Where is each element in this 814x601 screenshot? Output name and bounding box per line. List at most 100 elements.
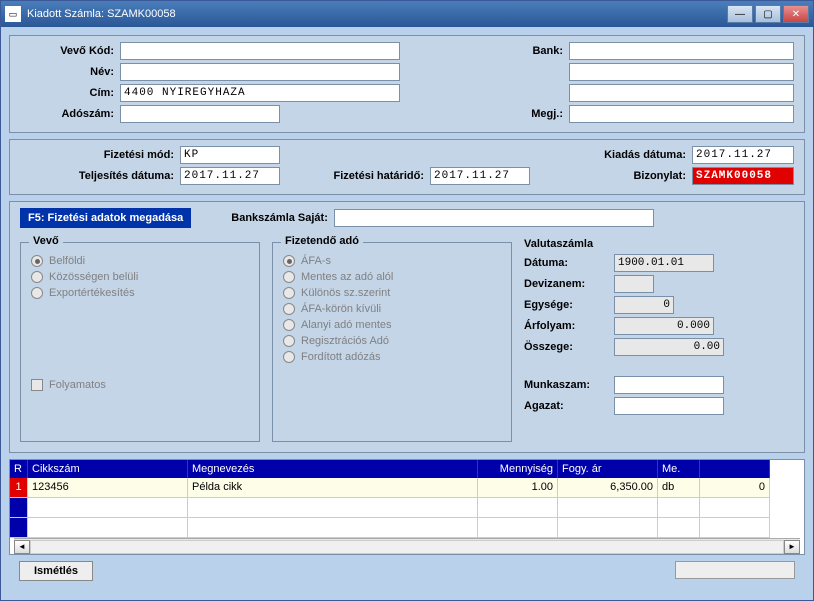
bank2-input[interactable] (569, 63, 794, 81)
valuta-deviza-label: Devizanem: (524, 278, 614, 290)
row-selector[interactable]: 1 (10, 478, 28, 498)
radio-kozossegen[interactable]: Közösségen belüli (31, 271, 249, 283)
customer-panel: Vevő Kód: Bank: Név: Cím: Adószám: (9, 35, 805, 133)
valuta-datum-input[interactable] (614, 254, 714, 272)
radio-icon (283, 351, 295, 363)
radio-icon (283, 319, 295, 331)
app-icon: ▭ (5, 6, 21, 22)
adoszam-label: Adószám: (20, 108, 120, 120)
titlebar[interactable]: ▭ Kiadott Számla: SZAMK00058 ― ▢ ✕ (1, 1, 813, 27)
close-button[interactable]: ✕ (783, 5, 809, 23)
radio-regisztracios[interactable]: Regisztrációs Adó (283, 335, 501, 347)
col-mennyiseg[interactable]: Mennyiség (478, 460, 558, 478)
bank-input[interactable] (569, 42, 794, 60)
cell-empty[interactable] (478, 498, 558, 518)
fizmod-input[interactable] (180, 146, 280, 164)
cell-empty[interactable] (700, 498, 770, 518)
ado-group-title: Fizetendő adó (281, 235, 363, 247)
radio-forditott[interactable]: Fordított adózás (283, 351, 501, 363)
radio-icon (283, 255, 295, 267)
valuta-osszeg-input[interactable] (614, 338, 724, 356)
radio-icon (283, 303, 295, 315)
cell-empty[interactable] (478, 518, 558, 538)
col-cikkszam[interactable]: Cikkszám (28, 460, 188, 478)
cell-empty[interactable] (28, 498, 188, 518)
radio-icon (283, 271, 295, 283)
hatarido-label: Fizetési határidő: (310, 170, 430, 182)
details-panel: F5: Fizetési adatok megadása Bankszámla … (9, 201, 805, 453)
cell-empty[interactable] (700, 518, 770, 538)
scroll-track[interactable] (30, 540, 784, 554)
bank3-input[interactable] (569, 84, 794, 102)
munkaszam-label: Munkaszam: (524, 379, 614, 391)
radio-afas[interactable]: ÁFA-s (283, 255, 501, 267)
scroll-left-icon[interactable]: ◄ (14, 540, 30, 554)
cell-cikkszam[interactable]: 123456 (28, 478, 188, 498)
valuta-egyseg-input[interactable] (614, 296, 674, 314)
valuta-deviza-input[interactable] (614, 275, 654, 293)
cell-me[interactable]: db (658, 478, 700, 498)
minimize-button[interactable]: ― (727, 5, 753, 23)
vevo-group-title: Vevő (29, 235, 63, 247)
radio-belfoldi[interactable]: Belföldi (31, 255, 249, 267)
scroll-right-icon[interactable]: ► (784, 540, 800, 554)
checkbox-icon (31, 379, 43, 391)
kiadas-label: Kiadás dátuma: (582, 149, 692, 161)
cell-empty[interactable] (558, 518, 658, 538)
cell-empty[interactable] (658, 518, 700, 538)
row-selector[interactable] (10, 518, 28, 538)
cell-megnevezes[interactable]: Példa cikk (188, 478, 478, 498)
nev-input[interactable] (120, 63, 400, 81)
banksz-input[interactable] (334, 209, 654, 227)
vevo-kod-input[interactable] (120, 42, 400, 60)
telj-input[interactable] (180, 167, 280, 185)
megj-input[interactable] (569, 105, 794, 123)
valuta-arfolyam-input[interactable] (614, 317, 714, 335)
check-folyamatos[interactable]: Folyamatos (31, 379, 249, 391)
cell-mennyiseg[interactable]: 1.00 (478, 478, 558, 498)
col-me[interactable]: Me. (658, 460, 700, 478)
radio-export[interactable]: Exportértékesítés (31, 287, 249, 299)
radio-icon (31, 287, 43, 299)
horizontal-scrollbar[interactable]: ◄ ► (14, 538, 800, 554)
cell-empty[interactable] (658, 498, 700, 518)
kiadas-input[interactable] (692, 146, 794, 164)
adoszam-input[interactable] (120, 105, 280, 123)
valuta-egyseg-label: Egysége: (524, 299, 614, 311)
cell-empty[interactable] (558, 498, 658, 518)
agazat-input[interactable] (614, 397, 724, 415)
footer-field[interactable] (675, 561, 795, 579)
ado-groupbox: Fizetendő adó ÁFA-s Mentes az adó alól K… (272, 242, 512, 442)
bizonylat-input[interactable] (692, 167, 794, 185)
valuta-arfolyam-label: Árfolyam: (524, 320, 614, 332)
bank-label: Bank: (509, 45, 569, 57)
cim-label: Cím: (20, 87, 120, 99)
maximize-button[interactable]: ▢ (755, 5, 781, 23)
f5-label[interactable]: F5: Fizetési adatok megadása (20, 208, 191, 228)
cell-empty[interactable] (188, 498, 478, 518)
cim-input[interactable] (120, 84, 400, 102)
items-table: R Cikkszám Megnevezés Mennyiség Fogy. ár… (9, 459, 805, 555)
radio-kulonos[interactable]: Különös sz.szerint (283, 287, 501, 299)
hatarido-input[interactable] (430, 167, 530, 185)
cell-last[interactable]: 0 (700, 478, 770, 498)
valuta-osszeg-label: Összege: (524, 341, 614, 353)
col-megnevezes[interactable]: Megnevezés (188, 460, 478, 478)
banksz-label: Bankszámla Saját: (231, 212, 334, 224)
radio-alanyi[interactable]: Alanyi adó mentes (283, 319, 501, 331)
bizonylat-label: Bizonylat: (617, 170, 692, 182)
cell-empty[interactable] (28, 518, 188, 538)
col-last[interactable] (700, 460, 770, 478)
cell-empty[interactable] (188, 518, 478, 538)
munkaszam-input[interactable] (614, 376, 724, 394)
row-selector[interactable] (10, 498, 28, 518)
radio-mentes[interactable]: Mentes az adó alól (283, 271, 501, 283)
col-r[interactable]: R (10, 460, 28, 478)
ismetles-button[interactable]: Ismétlés (19, 561, 93, 581)
agazat-label: Agazat: (524, 400, 614, 412)
radio-afakoron[interactable]: ÁFA-körön kívüli (283, 303, 501, 315)
radio-icon (31, 271, 43, 283)
col-fogyar[interactable]: Fogy. ár (558, 460, 658, 478)
radio-icon (31, 255, 43, 267)
cell-fogyar[interactable]: 6,350.00 (558, 478, 658, 498)
